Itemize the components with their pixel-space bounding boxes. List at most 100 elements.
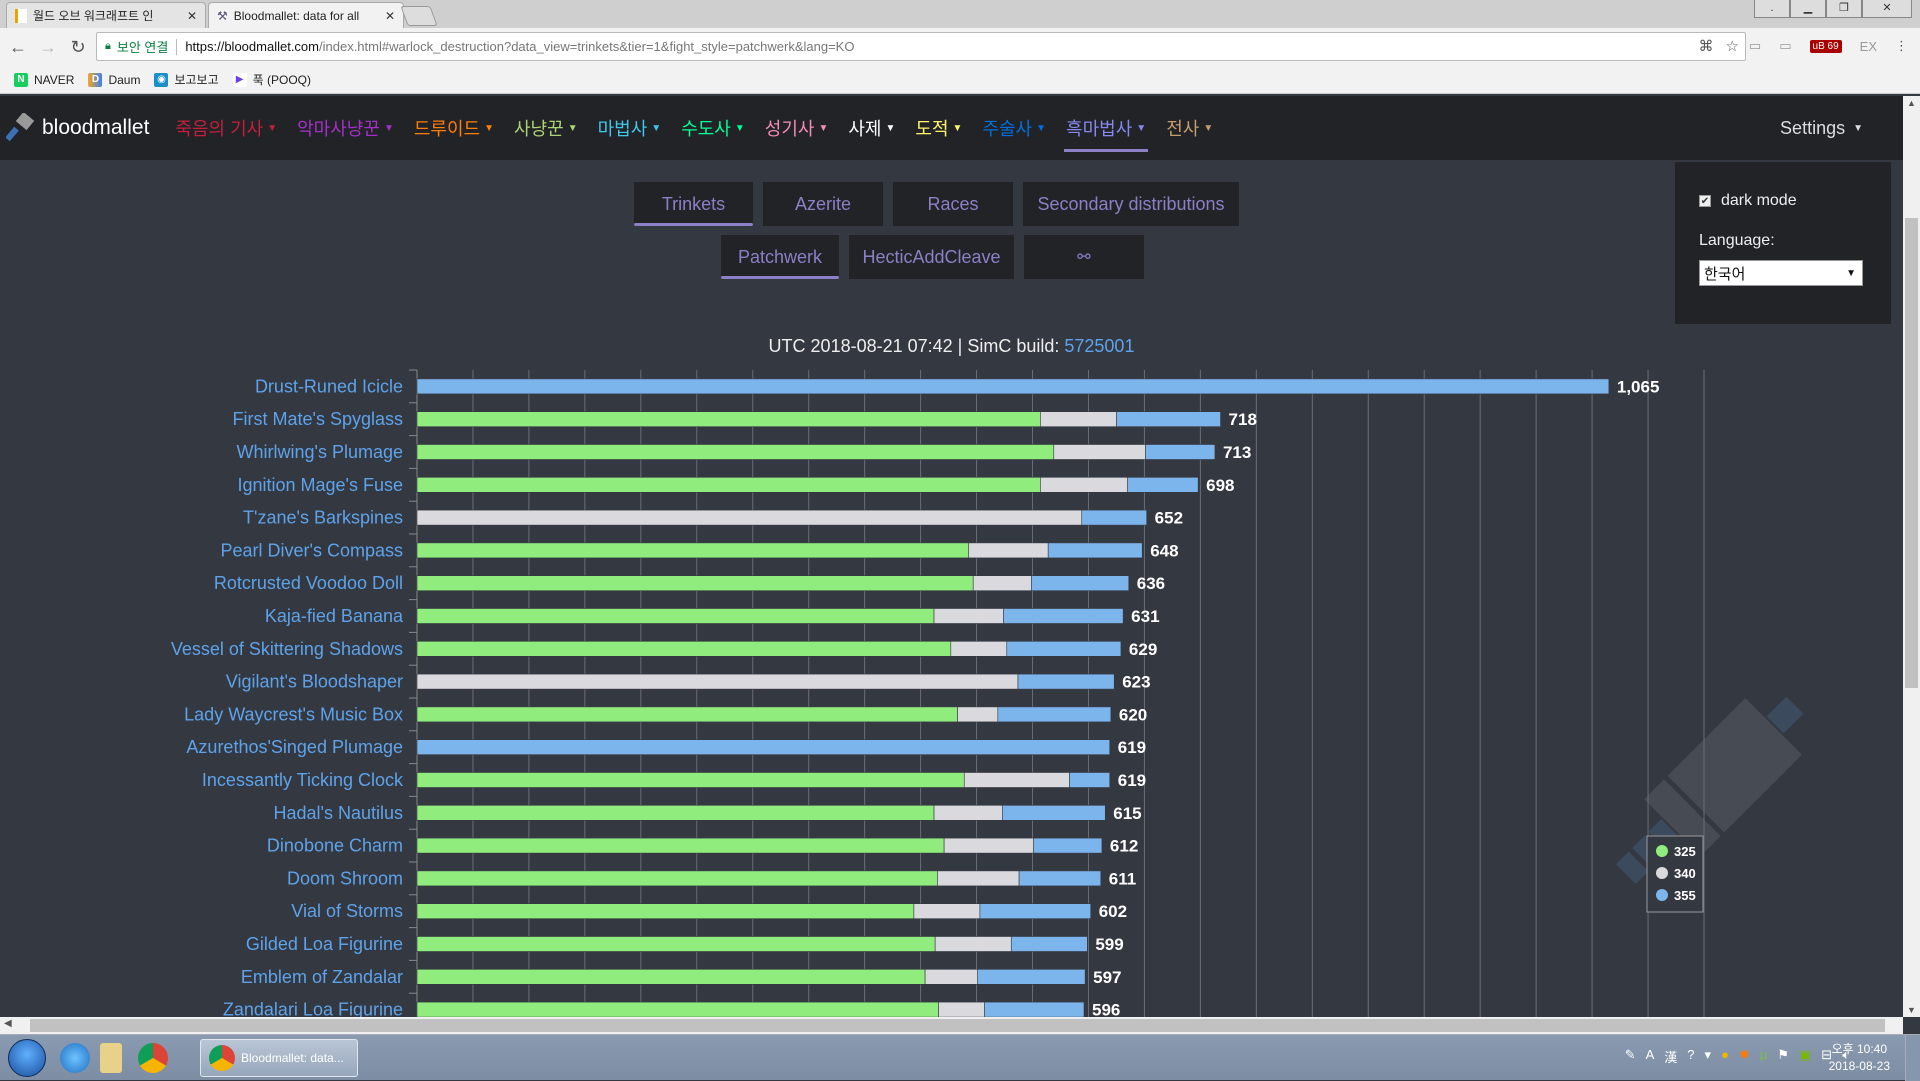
taskbar-window-bloodmallet[interactable]: Bloodmallet: data...	[200, 1039, 358, 1077]
category-label[interactable]: T'zane's Barkspines	[243, 508, 403, 528]
tab-trinkets[interactable]: Trinkets	[634, 182, 753, 226]
tab-patchwerk[interactable]: Patchwerk	[721, 235, 839, 279]
class-menu-3[interactable]: 사냥꾼 ▼	[514, 96, 578, 160]
nvidia-icon[interactable]: ▣	[1799, 1047, 1811, 1066]
ime-a-icon[interactable]: A	[1646, 1047, 1655, 1066]
close-tab-icon[interactable]: ✕	[385, 9, 395, 23]
tab-hecticaddcleave[interactable]: HecticAddCleave	[849, 235, 1014, 279]
category-label[interactable]: Ignition Mage's Fuse	[237, 475, 403, 495]
category-label[interactable]: Zandalari Loa Figurine	[223, 1000, 403, 1017]
category-label[interactable]: Doom Shroom	[287, 868, 403, 888]
category-label[interactable]: Rotcrusted Voodoo Doll	[214, 573, 403, 593]
close-tab-icon[interactable]: ✕	[187, 9, 197, 23]
start-button[interactable]	[8, 1039, 46, 1077]
class-menu-2[interactable]: 드루이드 ▼	[414, 96, 494, 160]
bookmark-naver[interactable]: N NAVER	[14, 72, 74, 87]
dark-mode-checkbox[interactable]: ✔ dark mode	[1699, 192, 1797, 210]
internet-explorer-icon[interactable]	[60, 1043, 90, 1073]
avast-icon[interactable]: ✸	[1739, 1047, 1750, 1066]
language-select[interactable]: 한국어 ▼	[1699, 260, 1863, 286]
class-menu-11[interactable]: 전사 ▼	[1166, 96, 1213, 160]
bookmark-daum[interactable]: D Daum	[88, 72, 140, 87]
tab-secondary-distributions[interactable]: Secondary distributions	[1023, 182, 1239, 226]
total-value-label: 698	[1206, 476, 1234, 495]
simc-build-link[interactable]: 5725001	[1064, 336, 1134, 356]
url-input[interactable]: 🔒︎ 보안 연결 https://bloodmallet.com /index.…	[96, 32, 1746, 61]
help-icon[interactable]: ?	[1687, 1047, 1694, 1066]
category-label[interactable]: Azurethos'Singed Plumage	[186, 737, 403, 757]
settings-menu[interactable]: Settings ▼	[1780, 96, 1863, 160]
category-label[interactable]: Hadal's Nautilus	[274, 803, 404, 823]
category-label[interactable]: Vessel of Skittering Shadows	[171, 639, 403, 659]
category-label[interactable]: Vigilant's Bloodshaper	[226, 672, 403, 692]
category-label[interactable]: Drust-Runed Icicle	[255, 376, 403, 396]
vertical-scrollbar[interactable]: ▲ ▼	[1903, 96, 1920, 1017]
class-menu-10[interactable]: 흑마법사 ▼	[1064, 96, 1149, 160]
class-menu-6[interactable]: 성기사 ▼	[765, 96, 829, 160]
class-menu-1[interactable]: 악마사냥꾼 ▼	[297, 96, 394, 160]
reload-icon[interactable]: ↻	[66, 37, 90, 58]
category-label[interactable]: First Mate's Spyglass	[233, 409, 403, 429]
ime-hanja-icon[interactable]: 漢	[1664, 1047, 1677, 1066]
file-explorer-icon[interactable]	[100, 1043, 122, 1073]
chrome-menu-icon[interactable]: ⋮	[1895, 38, 1908, 54]
minimize-button[interactable]: ▁	[1790, 0, 1826, 18]
bar-segment-355	[1081, 509, 1147, 526]
bookmark-star-icon[interactable]: ☆	[1726, 37, 1739, 55]
share-link-button[interactable]: ⚯	[1024, 235, 1144, 279]
close-window-button[interactable]: ✕	[1862, 0, 1912, 18]
class-menu-5[interactable]: 수도사 ▼	[681, 96, 745, 160]
class-menu-7[interactable]: 사제 ▼	[848, 96, 895, 160]
category-label[interactable]: Vial of Storms	[291, 901, 403, 921]
horizontal-scrollbar[interactable]: ◀	[0, 1017, 1903, 1034]
site-logo[interactable]: bloodmallet	[6, 113, 149, 143]
utorrent-icon[interactable]: µ	[1760, 1047, 1768, 1066]
category-label[interactable]: Whirlwing's Plumage	[237, 442, 404, 462]
category-label[interactable]: Pearl Diver's Compass	[221, 540, 404, 560]
bar-segment-355	[984, 1001, 1085, 1017]
class-menu-9[interactable]: 주술사 ▼	[982, 96, 1046, 160]
bookmark-bogobogo[interactable]: ◉ 보고보고	[154, 71, 219, 88]
forward-icon[interactable]: →	[36, 37, 60, 58]
new-tab-button[interactable]	[400, 6, 438, 26]
tray-expand-icon[interactable]: ▾	[1705, 1047, 1712, 1066]
bookmark-pooq[interactable]: ▶ 푹 (POOQ)	[232, 71, 311, 88]
scroll-up-icon[interactable]: ▲	[1907, 98, 1916, 108]
bar-segment-325	[416, 804, 935, 821]
category-label[interactable]: Incessantly Ticking Clock	[202, 770, 404, 790]
extension-ex-icon[interactable]: EX	[1860, 39, 1877, 54]
extension-screen-icon[interactable]: ▭	[1779, 38, 1791, 54]
class-menu-4[interactable]: 마법사 ▼	[598, 96, 662, 160]
translate-icon[interactable]: ⌘	[1699, 37, 1714, 55]
tab-races[interactable]: Races	[893, 182, 1013, 226]
action-center-icon[interactable]: ⚑	[1777, 1047, 1789, 1066]
browser-tab-bar: 월드 오브 워크래프트 인 ✕ ⚒ Bloodmallet: data for …	[0, 0, 1920, 28]
show-desktop-button[interactable]	[1905, 1035, 1920, 1081]
language-bar-icon[interactable]: ✎	[1625, 1047, 1636, 1066]
scroll-down-icon[interactable]: ▼	[1907, 1005, 1916, 1015]
category-label[interactable]: Dinobone Charm	[267, 836, 403, 856]
taskbar-clock[interactable]: 오후 10:40 2018-08-23	[1829, 1041, 1890, 1075]
back-icon[interactable]: ←	[6, 37, 30, 58]
browser-tab-bloodmallet[interactable]: ⚒ Bloodmallet: data for all ✕	[208, 2, 404, 28]
scrollbar-thumb[interactable]	[30, 1019, 1885, 1032]
chrome-pinned-icon[interactable]	[138, 1043, 168, 1073]
scroll-left-icon[interactable]: ◀	[4, 1018, 12, 1029]
tray-app-icon[interactable]: ●	[1721, 1047, 1729, 1066]
ublock-icon[interactable]: uB 69	[1809, 39, 1842, 53]
restore-button[interactable]: ❐	[1826, 0, 1862, 18]
class-menu-0[interactable]: 죽음의 기사 ▼	[175, 96, 277, 160]
bar-segment-325	[416, 542, 970, 559]
extension-cast-icon[interactable]: ▭	[1749, 38, 1761, 54]
category-label[interactable]: Gilded Loa Figurine	[246, 934, 403, 954]
browser-tab-wow[interactable]: 월드 오브 워크래프트 인 ✕	[6, 2, 206, 28]
category-label[interactable]: Lady Waycrest's Music Box	[184, 704, 403, 724]
window-menu-button[interactable]: .	[1754, 0, 1790, 18]
class-menu-8[interactable]: 도적 ▼	[915, 96, 962, 160]
bar-segment-340	[1040, 411, 1117, 428]
trinket-chart: Drust-Runed Icicle 1,065 First Mate's Spyg…	[171, 369, 1705, 1017]
category-label[interactable]: Kaja-fied Banana	[265, 606, 404, 626]
scrollbar-thumb[interactable]	[1905, 218, 1918, 688]
category-label[interactable]: Emblem of Zandalar	[241, 967, 403, 987]
tab-azerite[interactable]: Azerite	[763, 182, 883, 226]
